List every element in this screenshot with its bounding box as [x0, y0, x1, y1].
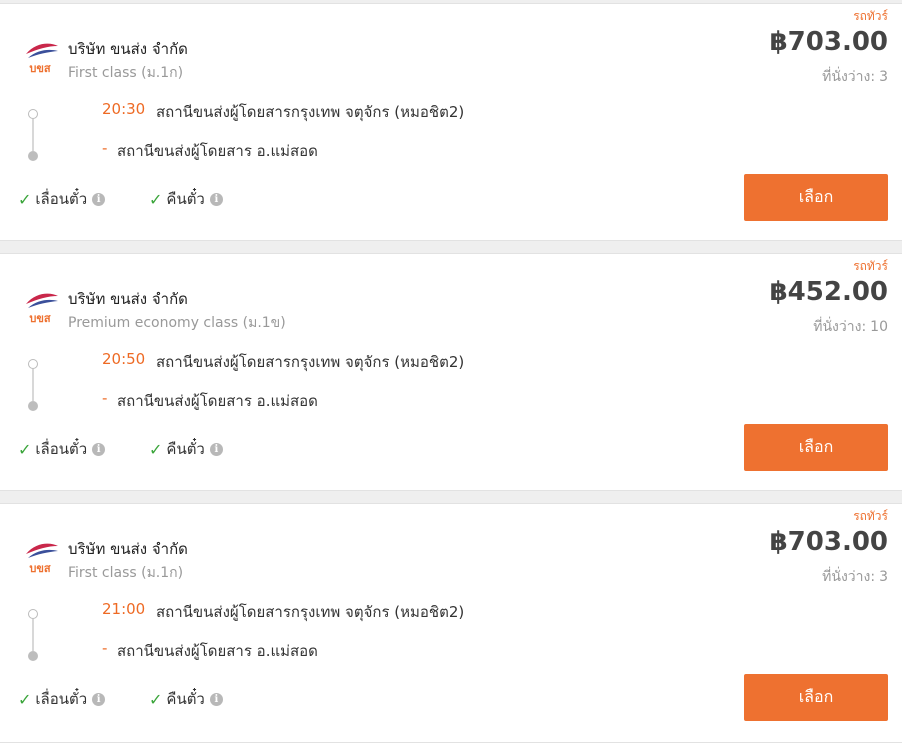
info-icon[interactable]: i [92, 192, 106, 206]
feature-refund: ✓ คืนตั๋ว i [149, 437, 223, 461]
arrival-station: สถานีขนส่งผู้โดยสาร อ.แม่สอด [117, 392, 318, 410]
seats-count: 10 [870, 319, 888, 335]
check-icon: ✓ [18, 189, 32, 209]
departure-dot [28, 609, 38, 619]
trip-card: รถทัวร์ บขส บริษัท ขนส่ง จำกัด Premium e… [0, 253, 902, 491]
departure-dot [28, 109, 38, 119]
info-icon[interactable]: i [209, 192, 223, 206]
check-icon: ✓ [149, 439, 163, 459]
info-icon[interactable]: i [92, 692, 106, 706]
departure-time: 21:00 [102, 600, 146, 618]
arrival-time: - [102, 639, 108, 657]
trip-card: รถทัวร์ บขส บริษัท ขนส่ง จำกัด First cla… [0, 3, 902, 241]
select-button[interactable]: เลือก [744, 674, 888, 721]
info-icon[interactable]: i [209, 692, 223, 706]
route-timeline [28, 609, 38, 661]
company-name: บริษัท ขนส่ง จำกัด [68, 540, 188, 558]
feature-label: เลื่อนตั๋ว [35, 440, 88, 458]
feature-refund: ✓ คืนตั๋ว i [149, 687, 223, 711]
check-icon: ✓ [18, 439, 32, 459]
bus-class: Premium economy class (ม.1ข) [68, 315, 286, 331]
logo-text: บขส [29, 62, 51, 75]
seats-count: 3 [879, 569, 888, 585]
info-icon[interactable]: i [209, 442, 223, 456]
feature-refund: ✓ คืนตั๋ว i [149, 187, 223, 211]
ticket-price: ฿703.00 [769, 527, 888, 557]
vehicle-type-tag: รถทัวร์ [853, 509, 888, 523]
feature-reschedule: ✓ เลื่อนตั๋ว i [18, 687, 106, 711]
arrival-dot [28, 651, 38, 661]
route-connector [32, 369, 34, 401]
feature-reschedule: ✓ เลื่อนตั๋ว i [18, 187, 106, 211]
seats-available: ที่นั่งว่าง: 10 [813, 316, 888, 338]
feature-label: คืนตั๋ว [166, 190, 205, 208]
seats-available: ที่นั่งว่าง: 3 [822, 566, 888, 588]
company-name: บริษัท ขนส่ง จำกัด [68, 290, 188, 308]
feature-label: เลื่อนตั๋ว [35, 690, 88, 708]
trip-results-list: รถทัวร์ บขส บริษัท ขนส่ง จำกัด First cla… [0, 0, 902, 743]
departure-dot [28, 359, 38, 369]
route-timeline [28, 109, 38, 161]
info-icon[interactable]: i [92, 442, 106, 456]
route-connector [32, 119, 34, 151]
bus-company-logo: บขส [26, 43, 58, 75]
arrival-time: - [102, 389, 108, 407]
company-name: บริษัท ขนส่ง จำกัด [68, 40, 188, 58]
feature-label: คืนตั๋ว [166, 440, 205, 458]
vehicle-type-tag: รถทัวร์ [853, 9, 888, 23]
feature-label: คืนตั๋ว [166, 690, 205, 708]
seats-label: ที่นั่งว่าง: [822, 569, 876, 585]
logo-text: บขส [29, 562, 51, 575]
arrival-dot [28, 151, 38, 161]
check-icon: ✓ [18, 689, 32, 709]
seats-label: ที่นั่งว่าง: [813, 319, 867, 335]
bus-company-logo: บขส [26, 543, 58, 575]
departure-station: สถานีขนส่งผู้โดยสารกรุงเทพ จตุจักร (หมอช… [156, 103, 465, 121]
feature-label: เลื่อนตั๋ว [35, 190, 88, 208]
seats-count: 3 [879, 69, 888, 85]
check-icon: ✓ [149, 189, 163, 209]
ticket-price: ฿703.00 [769, 27, 888, 57]
arrival-dot [28, 401, 38, 411]
seats-label: ที่นั่งว่าง: [822, 69, 876, 85]
bus-class: First class (ม.1ก) [68, 65, 184, 81]
vehicle-type-tag: รถทัวร์ [853, 259, 888, 273]
feature-reschedule: ✓ เลื่อนตั๋ว i [18, 437, 106, 461]
logo-text: บขส [29, 312, 51, 325]
arrival-station: สถานีขนส่งผู้โดยสาร อ.แม่สอด [117, 642, 318, 660]
departure-station: สถานีขนส่งผู้โดยสารกรุงเทพ จตุจักร (หมอช… [156, 353, 465, 371]
route-connector [32, 619, 34, 651]
bus-company-logo: บขส [26, 293, 58, 325]
route-timeline [28, 359, 38, 411]
departure-station: สถานีขนส่งผู้โดยสารกรุงเทพ จตุจักร (หมอช… [156, 603, 465, 621]
ticket-price: ฿452.00 [769, 277, 888, 307]
arrival-station: สถานีขนส่งผู้โดยสาร อ.แม่สอด [117, 142, 318, 160]
seats-available: ที่นั่งว่าง: 3 [822, 66, 888, 88]
trip-card: รถทัวร์ บขส บริษัท ขนส่ง จำกัด First cla… [0, 503, 902, 743]
bus-class: First class (ม.1ก) [68, 565, 184, 581]
departure-time: 20:30 [102, 100, 146, 118]
departure-time: 20:50 [102, 350, 146, 368]
select-button[interactable]: เลือก [744, 424, 888, 471]
select-button[interactable]: เลือก [744, 174, 888, 221]
check-icon: ✓ [149, 689, 163, 709]
arrival-time: - [102, 139, 108, 157]
